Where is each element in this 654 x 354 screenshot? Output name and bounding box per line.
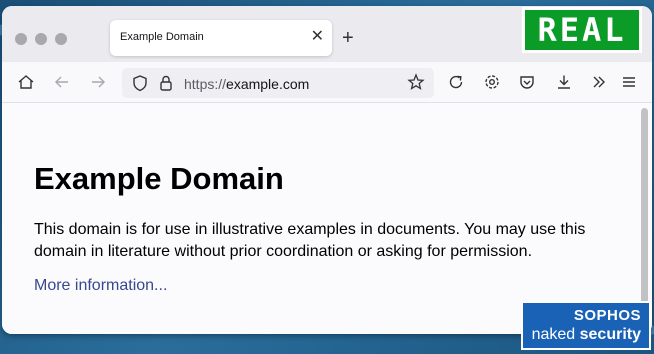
sophos-tag-security: security	[579, 326, 641, 343]
sophos-brand: SOPHOS	[573, 307, 641, 324]
page-content: Example Domain This domain is for use in…	[2, 103, 652, 334]
sophos-tagline: naked security	[523, 326, 641, 344]
chevron-right-double-icon[interactable]	[589, 72, 609, 92]
real-badge: REAL	[522, 7, 642, 53]
back-icon[interactable]	[52, 72, 72, 92]
url-text[interactable]: https://example.com	[184, 76, 309, 92]
download-icon[interactable]	[554, 72, 574, 92]
close-window-button[interactable]	[15, 33, 27, 45]
pocket-icon[interactable]	[517, 72, 537, 92]
home-icon[interactable]	[16, 72, 36, 92]
minimize-window-button[interactable]	[35, 33, 47, 45]
menu-icon[interactable]	[619, 72, 639, 92]
nav-toolbar: https://example.com	[2, 62, 652, 103]
star-icon[interactable]	[406, 72, 426, 92]
page-paragraph: This domain is for use in illustrative e…	[34, 221, 586, 260]
url-host: example.com	[226, 76, 310, 92]
zoom-window-button[interactable]	[55, 33, 67, 45]
forward-icon[interactable]	[88, 72, 108, 92]
sophos-tag-naked: naked	[531, 326, 580, 343]
sophos-logo: SOPHOS naked security	[521, 301, 651, 350]
shield-icon[interactable]	[130, 73, 150, 93]
tab-close-icon[interactable]: ✕	[311, 27, 324, 47]
scrollbar[interactable]	[641, 108, 648, 330]
gear-icon[interactable]	[482, 72, 502, 92]
more-information-link[interactable]: More information...	[34, 277, 167, 295]
tab-title: Example Domain	[120, 31, 204, 43]
browser-window: Example Domain ✕ + https://example.com E…	[2, 6, 652, 334]
page-title: Example Domain	[34, 161, 284, 196]
url-bar[interactable]: https://example.com	[122, 68, 434, 98]
reload-icon[interactable]	[446, 72, 466, 92]
lock-icon[interactable]	[156, 73, 176, 93]
new-tab-button[interactable]: +	[342, 26, 354, 50]
url-scheme: https://	[184, 76, 227, 92]
tab-example-domain[interactable]: Example Domain ✕	[110, 20, 332, 56]
